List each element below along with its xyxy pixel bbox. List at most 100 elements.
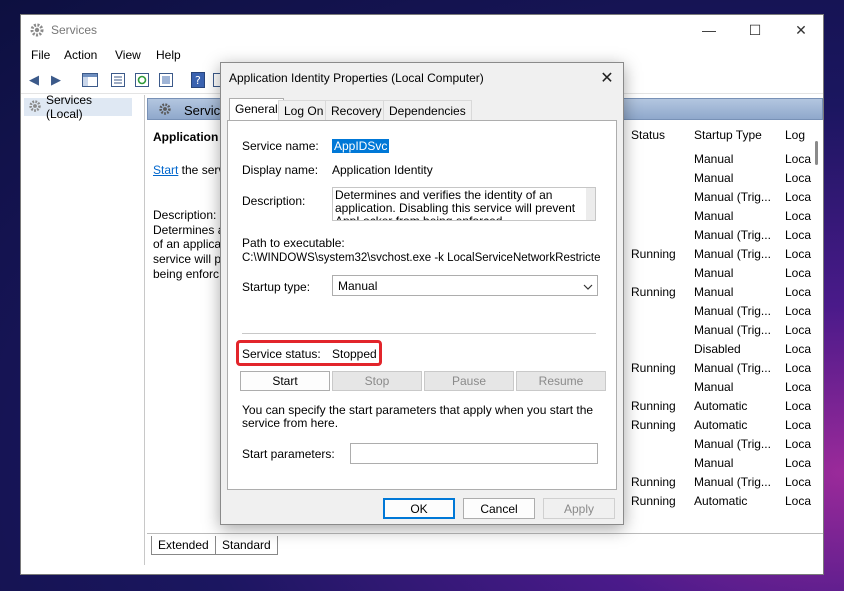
row-log-on-cell: Loca <box>785 266 812 280</box>
close-icon: ✕ <box>600 70 614 87</box>
close-dialog-button[interactable]: ✕ <box>592 65 622 91</box>
row-log-on-cell: Loca <box>785 190 812 204</box>
console-tree-icon[interactable] <box>81 71 99 89</box>
tab-extended[interactable]: Extended <box>151 536 216 555</box>
apply-button[interactable]: Apply <box>543 498 615 519</box>
row-startup-type-cell: Automatic <box>694 418 748 432</box>
service-status-label: Service status: <box>242 347 321 361</box>
start-service-button[interactable]: Start <box>240 371 330 391</box>
table-row[interactable]: Running Manual (Trig... Loca <box>627 472 817 491</box>
row-startup-type-cell: Automatic <box>694 494 748 508</box>
service-name-selected-text: AppIDSvc <box>332 139 390 153</box>
table-row[interactable]: Disabled Loca <box>627 339 817 358</box>
service-name-label: Service name: <box>242 139 319 153</box>
display-name-value[interactable]: Application Identity <box>332 163 433 177</box>
properties-dialog: Application Identity Properties (Local C… <box>220 62 624 525</box>
table-row[interactable]: Running Manual (Trig... Loca <box>627 358 817 377</box>
column-header-log-on-as[interactable]: Log <box>785 128 805 142</box>
menu-file[interactable]: File <box>31 48 50 62</box>
table-row[interactable]: Manual (Trig... Loca <box>627 225 817 244</box>
row-startup-type-cell: Manual (Trig... <box>694 437 771 451</box>
row-startup-type-cell: Manual <box>694 266 734 280</box>
refresh-icon[interactable] <box>133 71 151 89</box>
row-startup-type-cell: Manual <box>694 380 734 394</box>
row-startup-type-cell: Disabled <box>694 342 741 356</box>
start-service-link[interactable]: Start <box>153 163 178 177</box>
table-row[interactable]: Manual (Trig... Loca <box>627 320 817 339</box>
properties-icon[interactable] <box>109 71 127 89</box>
tab-dependencies[interactable]: Dependencies <box>383 100 472 121</box>
row-status-cell: Running <box>631 361 676 375</box>
column-header-status[interactable]: Status <box>631 128 665 142</box>
tab-general[interactable]: General <box>229 98 284 121</box>
description-label: Description: <box>153 208 217 222</box>
tab-recovery[interactable]: Recovery <box>325 100 388 121</box>
tab-standard[interactable]: Standard <box>215 536 278 555</box>
table-row[interactable]: Running Manual (Trig... Loca <box>627 244 817 263</box>
row-startup-type-cell: Manual (Trig... <box>694 361 771 375</box>
table-row[interactable]: Manual (Trig... Loca <box>627 434 817 453</box>
table-row[interactable]: Running Automatic Loca <box>627 491 817 510</box>
pause-service-button[interactable]: Pause <box>424 371 514 391</box>
table-row[interactable]: Running Automatic Loca <box>627 396 817 415</box>
row-log-on-cell: Loca <box>785 475 812 489</box>
table-row[interactable]: Running Manual Loca <box>627 282 817 301</box>
table-row[interactable]: Manual Loca <box>627 263 817 282</box>
row-log-on-cell: Loca <box>785 342 812 356</box>
close-window-button[interactable]: ✕ <box>778 15 824 45</box>
menu-view[interactable]: View <box>115 48 141 62</box>
table-row[interactable]: Manual Loca <box>627 168 817 187</box>
row-startup-type-cell: Manual (Trig... <box>694 323 771 337</box>
tree-item-label: Services (Local) <box>46 93 93 121</box>
table-row[interactable]: Manual Loca <box>627 206 817 225</box>
table-row[interactable]: Manual Loca <box>627 453 817 472</box>
title-bar: Services — ☐ ✕ <box>21 15 823 45</box>
path-value[interactable]: C:\WINDOWS\system32\svchost.exe -k Local… <box>242 252 600 264</box>
startup-type-label: Startup type: <box>242 280 311 294</box>
minimize-button[interactable]: — <box>686 15 732 45</box>
row-status-cell: Running <box>631 418 676 432</box>
table-row[interactable]: Manual Loca <box>627 149 817 168</box>
tab-log-on[interactable]: Log On <box>278 100 330 121</box>
services-gear-icon <box>28 99 42 116</box>
stop-service-button[interactable]: Stop <box>332 371 422 391</box>
row-startup-type-cell: Manual <box>694 152 734 166</box>
row-startup-type-cell: Manual <box>694 285 734 299</box>
menu-help[interactable]: Help <box>156 48 181 62</box>
back-arrow-icon[interactable]: ◀ <box>25 71 43 89</box>
service-name-value[interactable]: AppIDSvc <box>332 139 390 153</box>
table-row[interactable]: Manual (Trig... Loca <box>627 301 817 320</box>
row-startup-type-cell: Manual (Trig... <box>694 247 771 261</box>
row-startup-type-cell: Manual (Trig... <box>694 190 771 204</box>
start-service-link-rest: the serv <box>178 163 225 177</box>
help-icon[interactable]: ? <box>189 71 207 89</box>
description-line: Determines a <box>153 223 225 237</box>
row-log-on-cell: Loca <box>785 304 812 318</box>
description-line: service will p <box>153 252 222 266</box>
separator <box>242 333 596 334</box>
table-row[interactable]: Running Automatic Loca <box>627 415 817 434</box>
ok-button[interactable]: OK <box>383 498 455 519</box>
description-textbox[interactable]: Determines and verifies the identity of … <box>332 187 596 221</box>
maximize-button[interactable]: ☐ <box>732 15 778 45</box>
forward-arrow-icon[interactable]: ▶ <box>47 71 65 89</box>
column-header-startup-type[interactable]: Startup Type <box>694 128 762 142</box>
startup-type-select[interactable]: Manual <box>332 275 598 296</box>
services-list-header: Status Startup Type Log <box>621 124 823 146</box>
tree-item-services-local[interactable]: Services (Local) <box>24 93 132 121</box>
start-service-link-line: Start the serv <box>153 163 224 177</box>
cancel-button[interactable]: Cancel <box>463 498 535 519</box>
row-log-on-cell: Loca <box>785 152 812 166</box>
start-parameters-input[interactable] <box>350 443 598 464</box>
resume-service-button[interactable]: Resume <box>516 371 606 391</box>
services-gear-icon <box>158 102 172 119</box>
table-row[interactable]: Manual Loca <box>627 377 817 396</box>
row-log-on-cell: Loca <box>785 456 812 470</box>
table-row[interactable]: Manual (Trig... Loca <box>627 187 817 206</box>
row-startup-type-cell: Automatic <box>694 399 748 413</box>
menu-action[interactable]: Action <box>64 48 97 62</box>
path-label: Path to executable: <box>242 236 345 250</box>
description-scrollbar[interactable] <box>586 188 595 220</box>
export-list-icon[interactable] <box>157 71 175 89</box>
row-status-cell: Running <box>631 285 676 299</box>
